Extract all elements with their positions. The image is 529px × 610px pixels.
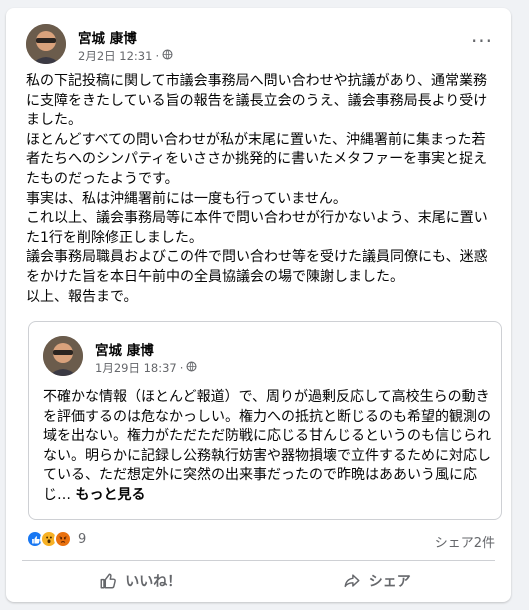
like-button-label: いいね！	[125, 574, 182, 590]
shared-post[interactable]: 宮城 康博 1月29日 18:37 · 不確かな情報（ほとんど報道）で、周りが過…	[28, 321, 502, 520]
divider	[22, 560, 495, 561]
globe-icon	[162, 49, 173, 63]
like-button[interactable]: いいね！	[22, 564, 259, 598]
post-paragraph: ほとんどすべての問い合わせが私が末尾に置いた、沖縄署前に集まった若者たちへのシン…	[26, 131, 488, 187]
action-bar: いいね！ シェア	[22, 564, 495, 598]
share-button[interactable]: シェア	[259, 564, 496, 598]
post-paragraph: これ以上、議会事務局等に本件で問い合わせが行かないよう、末尾に置いた1行を削除修…	[26, 210, 488, 246]
shared-timestamp[interactable]: 1月29日 18:37	[95, 360, 177, 376]
share-count[interactable]: シェア2件	[435, 532, 495, 551]
share-arrow-icon	[343, 572, 361, 590]
shared-meta: 1月29日 18:37 ·	[95, 360, 197, 376]
shared-author-name[interactable]: 宮城 康博	[95, 339, 154, 359]
reaction-summary[interactable]: 9	[26, 530, 86, 548]
post-meta: 2月2日 12:31 ·	[78, 48, 173, 64]
post-paragraph: 私の下記投稿に関して市議会事務局へ問い合わせや抗議があり、通常業務に支障をきたし…	[26, 73, 488, 129]
shared-avatar[interactable]	[43, 336, 83, 376]
more-options-icon[interactable]: ···	[467, 26, 497, 56]
shared-text-body: 不確かな情報（ほとんど報道）で、周りが過剰反応して高校生らの動きを評価するのは危…	[43, 389, 491, 503]
share-button-label: シェア	[368, 574, 411, 590]
reaction-count[interactable]: 9	[78, 532, 86, 547]
post-paragraph: 以上、報告まで。	[26, 288, 138, 305]
angry-reaction-icon	[54, 530, 72, 548]
post-paragraph: 事実は、私は沖縄署前には一度も行っていません。	[26, 190, 347, 207]
author-name[interactable]: 宮城 康博	[78, 27, 137, 47]
avatar[interactable]	[26, 24, 66, 64]
post-paragraph: 議会事務局職員およびこの件で問い合わせ等を受けた議員同僚にも、迷惑をかけた旨を本…	[26, 249, 488, 285]
post-body: 私の下記投稿に関して市議会事務局へ問い合わせや抗議があり、通常業務に支障をきたし…	[26, 72, 496, 307]
see-more-link[interactable]: もっと見る	[75, 487, 145, 503]
post-card: 宮城 康博 2月2日 12:31 · ··· 私の下記投稿に関して市議会事務局へ…	[6, 8, 511, 602]
globe-icon	[186, 361, 197, 375]
thumbs-up-icon	[99, 572, 117, 590]
shared-text: 不確かな情報（ほとんど報道）で、周りが過剰反応して高校生らの動きを評価するのは危…	[43, 388, 493, 506]
post-timestamp[interactable]: 2月2日 12:31	[78, 48, 152, 64]
post-header: 宮城 康博 2月2日 12:31 · ···	[26, 24, 497, 70]
